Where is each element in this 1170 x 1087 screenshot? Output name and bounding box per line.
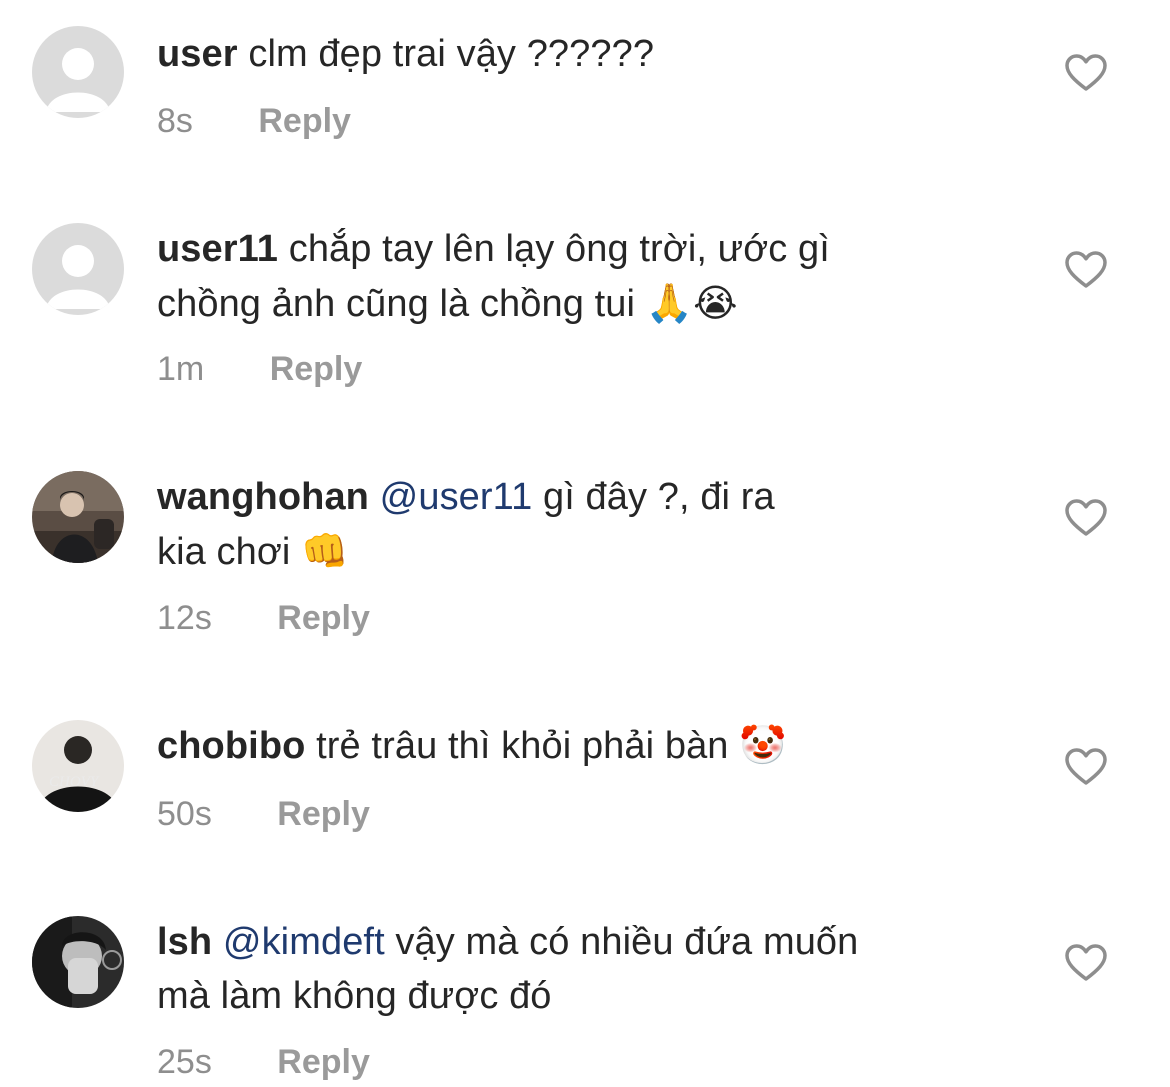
reply-button[interactable]: Reply — [258, 101, 351, 141]
comment-body-line2: kia chơi — [157, 531, 291, 573]
avatar[interactable] — [32, 26, 124, 118]
heart-outline-icon[interactable] — [1064, 498, 1108, 538]
comment-body-line2: chồng ảnh cũng là chồng tui — [157, 283, 636, 325]
comment-mention[interactable]: @kimdeft — [223, 921, 385, 963]
comment-body: trẻ trâu thì khỏi phải bàn — [316, 725, 729, 767]
emoji-pray-cry: 🙏😭 — [645, 281, 738, 325]
comment-meta: 12s Reply — [157, 598, 370, 638]
avatar[interactable] — [32, 916, 124, 1008]
comment-meta: 50s Reply — [157, 794, 370, 834]
heart-outline-icon[interactable] — [1064, 250, 1108, 290]
comment-body-line2: mà làm không được đó — [157, 975, 552, 1017]
heart-outline-icon[interactable] — [1064, 747, 1108, 787]
avatar[interactable] — [32, 471, 124, 563]
comment-text: user clm đẹp trai vậy ?????? — [157, 27, 977, 81]
comment-username[interactable]: user — [157, 33, 238, 75]
svg-text:CHOVY: CHOVY — [49, 774, 100, 790]
comment-text: lsh @kimdeft vậy mà có nhiều đứa muốn mà… — [157, 915, 977, 1023]
comment-timestamp: 12s — [157, 599, 212, 637]
comment-text: wanghohan @user11 gì đây ?, đi ra kia ch… — [157, 470, 977, 579]
avatar[interactable]: CHOVY — [32, 720, 124, 812]
comment-timestamp: 1m — [157, 350, 205, 388]
comment-timestamp: 50s — [157, 795, 212, 833]
comment-meta: 8s Reply — [157, 101, 351, 141]
comment-username[interactable]: chobibo — [157, 725, 305, 767]
comment-username[interactable]: user11 — [157, 228, 278, 270]
emoji-clown: 🤡 — [739, 723, 787, 767]
comment-meta: 1m Reply — [157, 349, 362, 389]
comment-body: chắp tay lên lạy ông trời, ước gì — [288, 228, 830, 270]
reply-button[interactable]: Reply — [277, 598, 370, 638]
comment-text: user11 chắp tay lên lạy ông trời, ước gì… — [157, 222, 977, 331]
comment-timestamp: 8s — [157, 102, 193, 140]
comment-body: vậy mà có nhiều đứa muốn — [395, 921, 859, 963]
comment-timestamp: 25s — [157, 1043, 212, 1081]
comment-username[interactable]: wanghohan — [157, 476, 369, 518]
comment-body: clm đẹp trai vậy ?????? — [248, 33, 655, 75]
reply-button[interactable]: Reply — [270, 349, 363, 389]
heart-outline-icon[interactable] — [1064, 943, 1108, 983]
comment-username[interactable]: lsh — [157, 921, 212, 963]
emoji-fist: 👊 — [301, 529, 349, 573]
comment-body: gì đây ?, đi ra — [543, 476, 775, 518]
comment-meta: 25s Reply — [157, 1042, 370, 1082]
reply-button[interactable]: Reply — [277, 1042, 370, 1082]
comment-mention[interactable]: @user11 — [380, 476, 533, 518]
avatar[interactable] — [32, 223, 124, 315]
comment-text: chobibo trẻ trâu thì khỏi phải bàn 🤡 — [157, 718, 977, 773]
heart-outline-icon[interactable] — [1064, 53, 1108, 93]
reply-button[interactable]: Reply — [277, 794, 370, 834]
